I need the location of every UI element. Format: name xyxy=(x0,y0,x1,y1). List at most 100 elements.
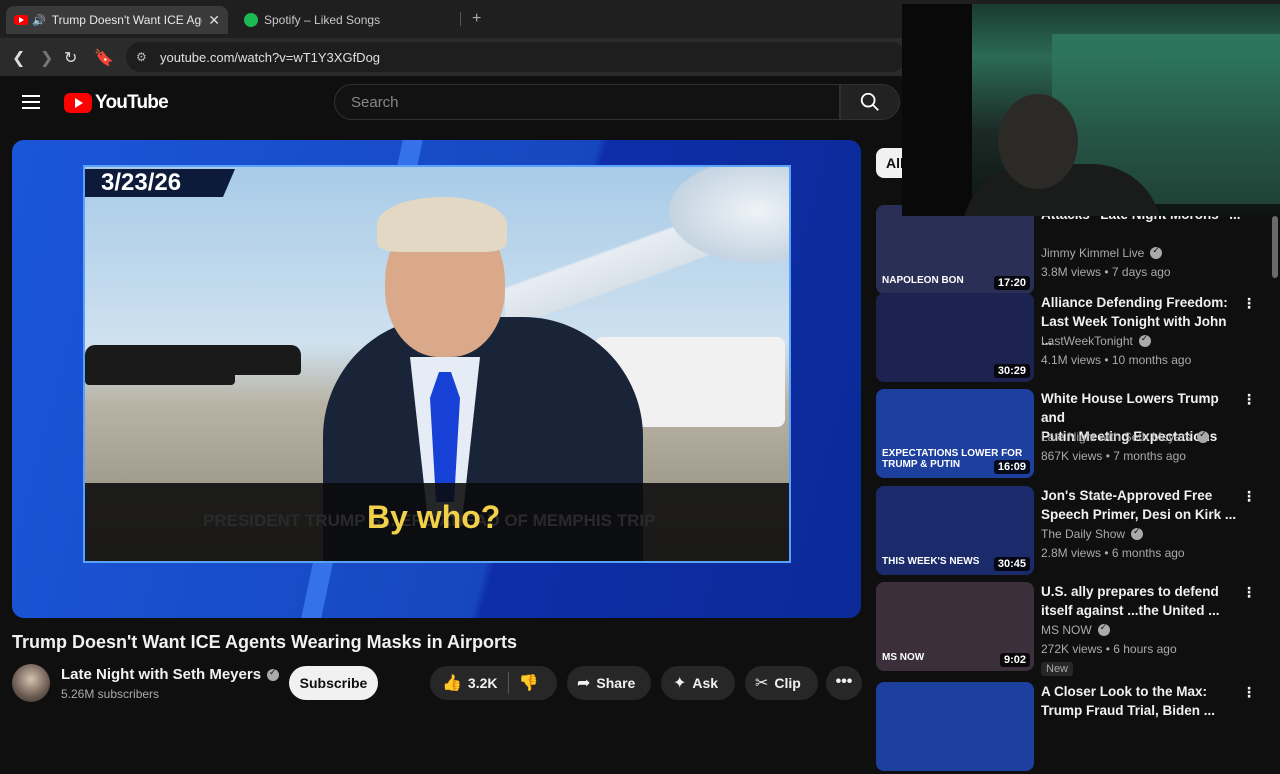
thumbnail-caption: THIS WEEK'S NEWS xyxy=(882,556,980,567)
reload-icon[interactable]: ↻ xyxy=(64,48,77,68)
subscriber-count: 5.26M subscribers xyxy=(61,687,160,701)
more-options-icon[interactable]: ⋮ xyxy=(1242,684,1256,701)
channel-name[interactable]: Late Night with Seth Meyers xyxy=(61,666,280,683)
hamburger-menu-icon[interactable] xyxy=(22,95,40,109)
recommendation-item[interactable]: EXPECTATIONS LOWER FOR TRUMP & PUTIN 16:0… xyxy=(876,389,1276,481)
video-thumbnail[interactable]: EXPECTATIONS LOWER FOR TRUMP & PUTIN 16:0… xyxy=(876,389,1034,478)
duration-badge: 9:02 xyxy=(999,653,1030,667)
channel-avatar[interactable] xyxy=(12,664,50,702)
channel-text: The Daily Show xyxy=(1041,527,1126,541)
recommendation-meta: 2.8M views • 6 months ago xyxy=(1041,546,1185,560)
video-thumbnail[interactable]: THIS WEEK'S NEWS 30:45 xyxy=(876,486,1034,575)
tab-divider xyxy=(460,12,461,26)
subscribe-button[interactable]: Subscribe xyxy=(289,666,378,700)
recommendation-item[interactable]: 30:29 Alliance Defending Freedom: Last Wee… xyxy=(876,293,1276,385)
more-options-icon[interactable]: ⋮ xyxy=(1242,295,1256,312)
scrollbar[interactable] xyxy=(1272,216,1278,278)
back-icon[interactable]: ❮ xyxy=(12,48,25,68)
like-dislike-group: 👍 3.2K 👎 xyxy=(430,666,557,700)
more-actions-button[interactable]: ••• xyxy=(826,666,862,700)
share-icon: ➦ xyxy=(577,675,591,692)
recommendation-title[interactable]: U.S. ally prepares to defend itself again… xyxy=(1041,582,1241,620)
divider xyxy=(507,672,509,694)
verified-icon xyxy=(1197,429,1210,443)
recommendation-channel[interactable]: Late Night with Seth Meyers xyxy=(1041,429,1210,444)
scissors-icon: ✂ xyxy=(755,675,769,692)
video-thumbnail[interactable]: MS NOW 9:02 xyxy=(876,582,1034,671)
ask-label: Ask xyxy=(692,675,719,691)
youtube-logo[interactable]: YouTube xyxy=(64,92,169,114)
recommendation-channel[interactable]: The Daily Show xyxy=(1041,526,1144,541)
clip-label: Clip xyxy=(774,675,801,691)
recommendation-meta: 4.1M views • 10 months ago xyxy=(1041,353,1192,367)
title-line: White House Lowers Trump and xyxy=(1041,391,1219,425)
thumbnail-caption: MS NOW xyxy=(882,652,925,663)
recommendation-channel[interactable]: LastWeekTonight xyxy=(1041,333,1151,348)
like-count[interactable]: 3.2K xyxy=(468,675,498,691)
webcam-doorway xyxy=(902,4,972,216)
video-player[interactable]: PRESIDENT TRUMP S... ERS AHEAD OF MEMPHI… xyxy=(12,140,861,618)
address-bar[interactable]: ⚙ youtube.com/watch?v=wT1Y3XGfDog xyxy=(126,42,906,72)
verified-icon xyxy=(267,667,280,681)
speaker-icon: 🔊 xyxy=(32,14,46,27)
recommendation-title[interactable]: Jon's State-Approved Free Speech Primer, … xyxy=(1041,486,1241,524)
new-tab-button[interactable]: + xyxy=(472,10,481,28)
search-button[interactable] xyxy=(840,84,900,120)
site-info-icon[interactable]: ⚙ xyxy=(136,50,147,64)
new-badge: New xyxy=(1041,662,1074,676)
recommendation-meta: 3.8M views • 7 days ago xyxy=(1041,265,1171,279)
duration-badge: 16:09 xyxy=(993,460,1030,474)
duration-badge: 30:45 xyxy=(993,557,1030,571)
recommendation-item[interactable]: A Closer Look to the Max: Trump Fraud Tri… xyxy=(876,682,1276,774)
recommendation-channel[interactable]: MS NOW xyxy=(1041,622,1110,637)
spotify-favicon-icon xyxy=(244,13,258,27)
tab-youtube[interactable]: 🔊 Trump Doesn't Want ICE Agents Wearing … xyxy=(6,6,228,34)
duration-badge: 17:20 xyxy=(993,276,1030,290)
video-thumbnail[interactable]: NAPOLEON BON 17:20 xyxy=(876,205,1034,294)
video-subtitle: By who? xyxy=(367,499,501,535)
more-options-icon[interactable]: ⋮ xyxy=(1242,488,1256,505)
video-thumbnail[interactable]: 30:29 xyxy=(876,293,1034,382)
youtube-header: YouTube Search xyxy=(0,76,900,132)
bookmark-icon[interactable]: 🔖 xyxy=(94,48,114,68)
recommendation-channel[interactable]: Jimmy Kimmel Live xyxy=(1041,245,1163,260)
title-line: A Closer Look to the Max: xyxy=(1041,684,1208,699)
suv xyxy=(205,345,301,375)
ask-button[interactable]: ✦ Ask xyxy=(661,666,735,700)
recommendation-item[interactable]: NAPOLEON BON17:20Attacks “Late Night Mor… xyxy=(876,205,1276,297)
verified-icon xyxy=(1150,245,1163,259)
speaker-hair xyxy=(377,197,507,252)
search-input[interactable]: Search xyxy=(334,84,840,120)
recommendation-title[interactable]: A Closer Look to the Max: Trump Fraud Tri… xyxy=(1041,682,1241,720)
close-tab-icon[interactable]: ✕ xyxy=(208,12,220,29)
verified-icon xyxy=(1131,526,1144,540)
more-options-icon[interactable]: ⋮ xyxy=(1242,584,1256,601)
share-button[interactable]: ➦ Share xyxy=(567,666,651,700)
search-icon xyxy=(860,92,879,111)
title-line: U.S. ally prepares to defend xyxy=(1041,584,1219,599)
title-line: Jon's State-Approved Free xyxy=(1041,488,1213,503)
like-icon[interactable]: 👍 xyxy=(442,673,462,693)
forward-icon[interactable]: ❯ xyxy=(40,48,53,68)
recommendation-meta: 867K views • 7 months ago xyxy=(1041,449,1186,463)
recommendation-item[interactable]: MS NOW 9:02 U.S. ally prepares to defend it… xyxy=(876,582,1276,676)
video-title: Trump Doesn't Want ICE Agents Wearing Ma… xyxy=(12,632,518,652)
sparkle-icon: ✦ xyxy=(673,675,687,692)
clip-button[interactable]: ✂ Clip xyxy=(745,666,818,700)
share-label: Share xyxy=(596,675,636,691)
recommendation-meta: 272K views • 6 hours ago xyxy=(1041,642,1177,656)
tab-spotify[interactable]: Spotify – Liked Songs xyxy=(236,6,456,34)
verified-icon xyxy=(1138,333,1151,347)
video-thumbnail[interactable] xyxy=(876,682,1034,771)
more-options-icon[interactable]: ⋮ xyxy=(1242,391,1256,408)
verified-icon xyxy=(1097,622,1110,636)
url-text: youtube.com/watch?v=wT1Y3XGfDog xyxy=(160,50,381,65)
tab-title: Trump Doesn't Want ICE Agents Wearing Ma… xyxy=(51,13,202,27)
title-line: Speech Primer, Desi on Kirk ... xyxy=(1041,507,1237,522)
video-frame: PRESIDENT TRUMP S... ERS AHEAD OF MEMPHI… xyxy=(83,165,791,563)
dislike-icon[interactable]: 👎 xyxy=(519,673,539,693)
recommendation-item[interactable]: THIS WEEK'S NEWS 30:45 Jon's State-Approve… xyxy=(876,486,1276,578)
title-line: Alliance Defending Freedom: xyxy=(1041,295,1228,310)
thumbnail-caption: NAPOLEON BON xyxy=(882,275,964,286)
channel-text: Late Night with Seth Meyers xyxy=(1041,430,1192,444)
